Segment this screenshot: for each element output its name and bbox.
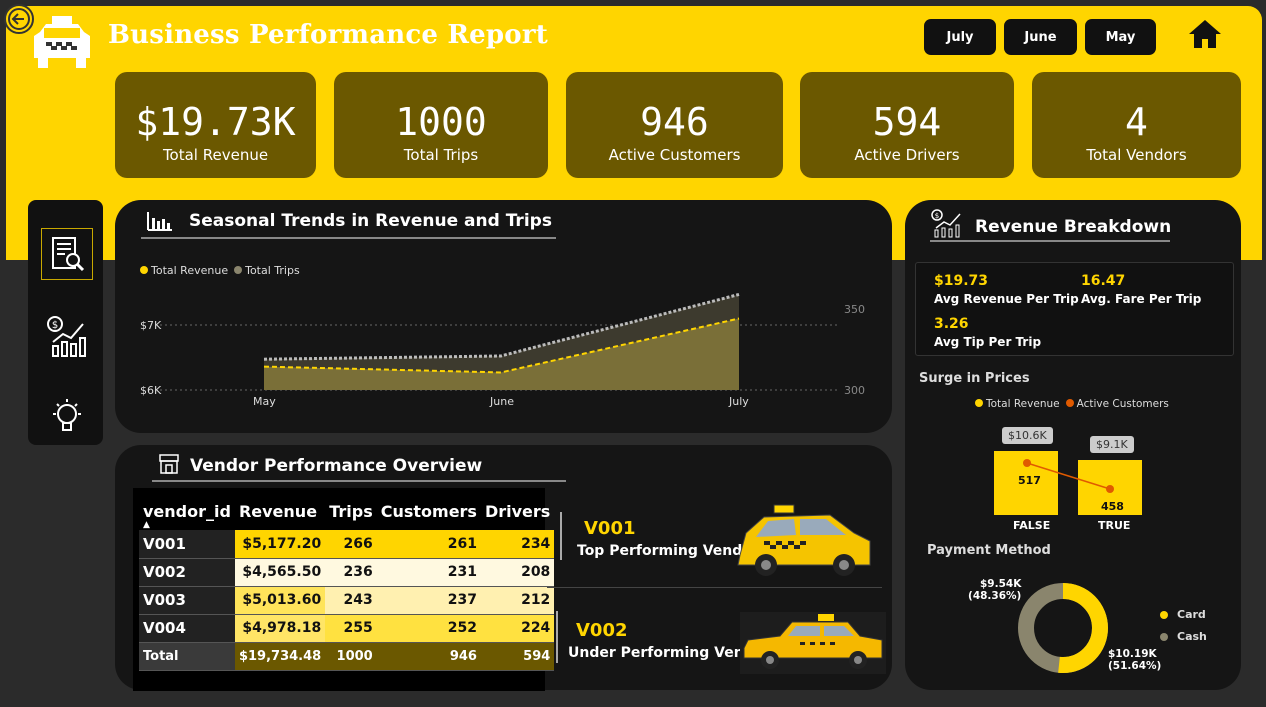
legend-label: Card xyxy=(1177,608,1206,621)
card-percent: (51.64%) xyxy=(1108,660,1162,672)
cash-amount: $9.54K xyxy=(980,578,1022,590)
payment-legend-cash: Cash xyxy=(1160,630,1207,643)
surge-category-label: TRUE xyxy=(1098,519,1131,532)
cash-percent: (48.36%) xyxy=(968,590,1022,602)
card-amount: $10.19K xyxy=(1108,648,1157,660)
payment-title: Payment Method xyxy=(927,543,1051,558)
legend-dot xyxy=(1160,610,1168,619)
surge-category-label: FALSE xyxy=(1013,519,1051,532)
surge-customers-value: 517 xyxy=(1018,474,1041,487)
card-amount-label: $10.19K (51.64%) xyxy=(1108,648,1161,672)
payment-donut-chart[interactable] xyxy=(1015,580,1111,676)
cash-amount-label: $9.54K (48.36%) xyxy=(968,578,1022,602)
dashboard: Business Performance Report July June Ma… xyxy=(0,0,1266,707)
payment-legend-card: Card xyxy=(1160,608,1206,621)
legend-label: Cash xyxy=(1177,630,1207,643)
legend-dot xyxy=(1160,632,1168,641)
surge-customers-value: 458 xyxy=(1101,500,1124,513)
